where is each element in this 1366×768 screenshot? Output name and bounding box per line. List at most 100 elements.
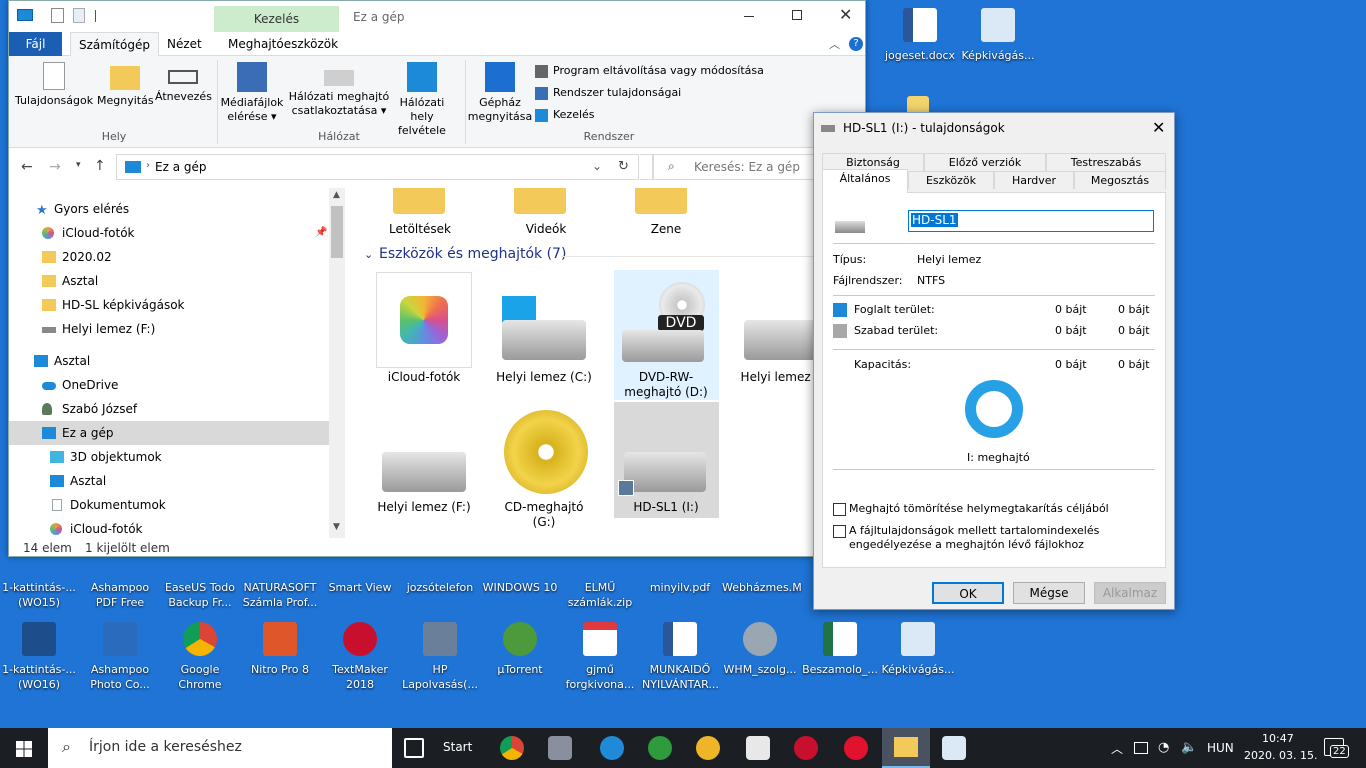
tab-computer[interactable]: Számítógép xyxy=(70,32,159,56)
open-settings-button[interactable]: Gépház megnyitása xyxy=(467,56,533,124)
desktop-icon-jogeset[interactable]: jogeset.docx xyxy=(882,8,958,63)
nav-scrollbar[interactable]: ▲ ▼ xyxy=(329,188,345,538)
drive-c[interactable]: Helyi lemez (C:) xyxy=(492,370,596,385)
drive-i[interactable]: HD-SL1 (I:) xyxy=(614,500,718,515)
desktop-icon-kepkivagas-2[interactable]: Képkivágás... xyxy=(880,622,956,677)
volume-name-input[interactable]: HD-SL1 xyxy=(908,210,1154,232)
forward-button[interactable]: → xyxy=(49,159,61,175)
address-bar[interactable]: › Ez a gép ⌄ xyxy=(116,154,639,180)
desktop-icon-kepkivagas-1[interactable]: Képkivágás... xyxy=(960,8,1036,63)
tab-sharing[interactable]: Megosztás xyxy=(1074,171,1166,189)
opera-icon[interactable] xyxy=(844,736,868,760)
compress-checkbox[interactable] xyxy=(833,503,846,516)
drive-d[interactable]: DVD-RW-meghajtó (D:) xyxy=(614,370,718,400)
dialog-close-button[interactable]: ✕ xyxy=(1152,118,1165,137)
nav-item-local-disk-f[interactable]: Helyi lemez (F:) xyxy=(9,317,329,341)
explorer-taskbar-active[interactable] xyxy=(882,728,930,768)
scroll-thumb[interactable] xyxy=(331,206,343,258)
close-button[interactable]: ✕ xyxy=(839,5,852,24)
new-folder-quick-icon[interactable] xyxy=(73,8,85,23)
map-network-drive-button[interactable]: Hálózati meghajtó csatlakoztatása ▾ xyxy=(287,56,391,118)
index-checkbox[interactable] xyxy=(833,525,846,538)
app-yellow-icon[interactable] xyxy=(696,736,720,760)
nav-item-icloud-photos[interactable]: iCloud-fotók 📌 xyxy=(9,221,329,245)
desktop-icon-hp-scan[interactable]: HP Lapolvasás(... xyxy=(402,622,478,692)
qat-dropdown-icon[interactable] xyxy=(95,10,96,22)
properties-button[interactable]: Tulajdonságok xyxy=(15,56,93,108)
recent-locations-icon[interactable]: ▾ xyxy=(76,160,81,170)
manage-button[interactable]: Kezelés xyxy=(535,108,595,122)
clock-date[interactable]: 2020. 03. 15. xyxy=(1244,749,1317,762)
store-icon[interactable] xyxy=(746,736,770,760)
tab-customize[interactable]: Testreszabás xyxy=(1046,153,1166,171)
folder-music[interactable]: Zene xyxy=(614,222,718,237)
system-properties-button[interactable]: Rendszer tulajdonságai xyxy=(535,86,681,100)
snipping-tool-icon[interactable] xyxy=(942,736,966,760)
folder-videos[interactable]: Videók xyxy=(494,222,598,237)
collapse-ribbon-icon[interactable]: ︿ xyxy=(829,36,840,52)
tray-app-icon[interactable] xyxy=(1134,742,1148,754)
address-dropdown-icon[interactable]: ⌄ xyxy=(592,159,602,173)
desktop-icon-ashampoo-photo[interactable]: Ashampoo Photo Co... xyxy=(82,622,158,692)
nav-item-quick-access[interactable]: ★ Gyors elérés xyxy=(9,197,329,221)
uninstall-program-button[interactable]: Program eltávolítása vagy módosítása xyxy=(535,64,764,78)
nav-item-2020-02[interactable]: 2020.02 xyxy=(9,245,329,269)
nav-item-hdsl-folder[interactable]: HD-SL képkivágások xyxy=(9,293,329,317)
back-button[interactable]: ← xyxy=(21,159,33,175)
refresh-button[interactable] xyxy=(640,154,653,180)
apply-button[interactable]: Alkalmaz xyxy=(1094,582,1166,604)
desktop-icon-utorrent[interactable]: µTorrent xyxy=(482,622,558,677)
taskbar-search-box[interactable]: ⌕ Írjon ide a kereséshez xyxy=(48,728,392,768)
nav-item-desktop-qa[interactable]: Asztal xyxy=(9,269,329,293)
start-button[interactable] xyxy=(0,728,48,768)
properties-quick-icon[interactable] xyxy=(51,8,64,23)
scroll-up-icon[interactable]: ▲ xyxy=(333,190,340,200)
cancel-button[interactable]: Mégse xyxy=(1013,582,1085,604)
section-header-devices[interactable]: Eszközök és meghajtók (7) xyxy=(379,246,566,262)
pin-icon[interactable]: 📌 xyxy=(315,221,327,245)
desktop-icon-munkaido[interactable]: MUNKAIDŐ NYILVÁNTAR... xyxy=(642,622,719,692)
network-icon[interactable]: ◔ xyxy=(1158,740,1169,755)
tab-view[interactable]: Nézet xyxy=(159,32,210,56)
nav-item-desktop[interactable]: Asztal xyxy=(9,349,329,373)
nav-item-3d-objects[interactable]: 3D objektumok xyxy=(9,445,329,469)
nav-item-documents[interactable]: Dokumentumok xyxy=(9,493,329,517)
nav-item-this-pc[interactable]: Ez a gép xyxy=(9,421,329,445)
desktop-icon-whm[interactable]: WHM_szolg... xyxy=(722,622,798,677)
folder-downloads[interactable]: Letöltések xyxy=(368,222,472,237)
ok-button[interactable]: OK xyxy=(932,582,1004,604)
tab-file[interactable]: Fájl xyxy=(9,32,62,56)
add-network-location-button[interactable]: Hálózati hely felvétele xyxy=(389,56,455,138)
input-language[interactable]: HUN xyxy=(1207,741,1234,755)
up-button[interactable]: ↑ xyxy=(94,158,106,174)
rename-button[interactable]: Átnevezés xyxy=(155,56,212,104)
show-hidden-icons[interactable]: ︿ xyxy=(1111,740,1123,757)
drive-f[interactable]: Helyi lemez (F:) xyxy=(372,500,476,515)
nav-item-user[interactable]: Szabó József xyxy=(9,397,329,421)
open-button[interactable]: Megnyitás xyxy=(97,56,154,108)
clock-time[interactable]: 10:47 xyxy=(1262,732,1294,745)
drive-icloud-photos[interactable]: iCloud-fotók xyxy=(372,370,476,385)
context-tab-kezeles[interactable]: Kezelés xyxy=(214,6,339,32)
maximize-button[interactable] xyxy=(792,10,802,20)
desktop-icon-chrome[interactable]: Google Chrome xyxy=(162,622,238,692)
app-icon[interactable] xyxy=(548,736,572,760)
section-chevron-icon[interactable]: ⌄ xyxy=(364,248,373,261)
volume-icon[interactable]: 🔈 xyxy=(1181,740,1197,755)
textmaker-icon[interactable] xyxy=(794,736,818,760)
tab-previous-versions[interactable]: Előző verziók xyxy=(924,153,1046,171)
tab-tools[interactable]: Eszközök xyxy=(908,171,994,189)
desktop-icon-gjmu[interactable]: gjmű forgkivona... xyxy=(562,622,638,692)
edge-icon[interactable] xyxy=(600,736,624,760)
desktop-icon-beszamolo[interactable]: Beszamolo_... xyxy=(802,622,878,677)
tab-general[interactable]: Általános xyxy=(822,169,908,193)
minimize-button[interactable] xyxy=(744,16,754,17)
desktop-icon-textmaker[interactable]: TextMaker 2018 xyxy=(322,622,398,692)
nav-item-desktop-pc[interactable]: Asztal xyxy=(9,469,329,493)
task-view-button[interactable] xyxy=(404,738,424,758)
tab-drive-tools[interactable]: Meghajtóeszközök xyxy=(220,32,346,56)
nav-item-onedrive[interactable]: OneDrive xyxy=(9,373,329,397)
help-icon[interactable]: ? xyxy=(849,37,863,51)
start-label[interactable]: Start xyxy=(443,740,472,754)
media-access-button[interactable]: Médiafájlok elérése ▾ xyxy=(219,56,285,124)
